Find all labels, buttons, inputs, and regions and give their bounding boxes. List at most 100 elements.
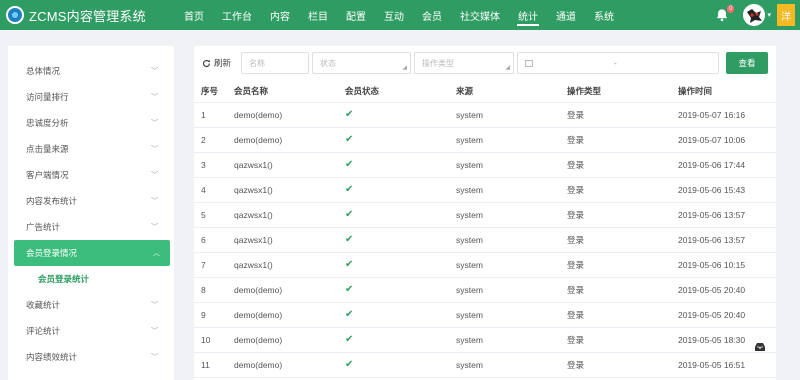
operation-time: 2019-05-05 20:40 — [678, 277, 776, 303]
check-icon: ✔ — [345, 284, 354, 295]
sidebar-item-2[interactable]: 访问量排行 ﹀ — [8, 84, 174, 110]
row-number: 2 — [194, 127, 234, 153]
refresh-icon — [202, 59, 211, 67]
table-row[interactable]: 3 qazwsx1() ✔ system 登录 2019-05-06 17:44 — [194, 152, 776, 178]
column-header[interactable]: 会员名称 — [234, 80, 345, 103]
sidebar-item-9[interactable]: 收藏统计 ﹀ — [8, 292, 174, 318]
check-icon: ✔ — [345, 159, 354, 170]
member-status: ✔ — [345, 227, 456, 253]
sidebar-item-10[interactable]: 评论统计 ﹀ — [8, 318, 174, 344]
row-number: 4 — [194, 177, 234, 203]
sidebar-item-label: 收藏统计 — [26, 300, 61, 310]
column-header[interactable]: 序号 — [194, 80, 234, 103]
member-status: ✔ — [345, 252, 456, 278]
main-panel: 刷新 名称 状态 ◢ 操作类型 ◢ - 查看 序号 会员名称 会员状态 来源 操作类型操… — [194, 46, 776, 380]
table-row[interactable]: 11 demo(demo) ✔ system 登录 2019-05-05 16:51 — [194, 352, 776, 378]
chevron-down-icon: ﹀ — [151, 68, 158, 75]
sidebar-item-3[interactable]: 忠诚度分析 ﹀ — [8, 110, 174, 136]
chevron-down-icon: ﹀ — [151, 146, 158, 153]
check-icon: ✔ — [345, 184, 354, 195]
member-name: qazwsx1() — [234, 252, 345, 278]
sidebar-item-4[interactable]: 点击量来源 ﹀ — [8, 136, 174, 162]
table-row[interactable]: 9 demo(demo) ✔ system 登录 2019-05-05 20:40 — [194, 302, 776, 328]
app-logo[interactable]: ZCMS内容管理系统 — [0, 6, 175, 25]
sidebar-item-6[interactable]: 内容发布统计 ﹀ — [8, 188, 174, 214]
operation-type-select[interactable]: 操作类型 ◢ — [414, 52, 515, 74]
nav-item-6[interactable]: 互动 — [375, 0, 413, 30]
row-number: 7 — [194, 252, 234, 278]
sidebar-item-8[interactable]: 会员登录情况 ︿ — [14, 240, 170, 266]
nav-item-9[interactable]: 统计 — [509, 0, 547, 30]
refresh-button[interactable]: 刷新 — [202, 57, 231, 69]
date-range-separator: - — [614, 58, 617, 68]
nav-item-7[interactable]: 会员 — [413, 0, 451, 30]
source: system — [456, 327, 567, 353]
user-name-badge[interactable]: 洋 — [777, 4, 795, 26]
member-name: demo(demo) — [234, 302, 345, 328]
sidebar-item-1[interactable]: 总体情况 ﹀ — [8, 58, 174, 84]
member-status: ✔ — [345, 327, 456, 353]
member-status: ✔ — [345, 352, 456, 378]
operation-type: 登录 — [567, 327, 678, 353]
nav-item-3[interactable]: 内容 — [261, 0, 299, 30]
source: system — [456, 177, 567, 203]
member-status: ✔ — [345, 152, 456, 178]
table-row[interactable]: 8 demo(demo) ✔ system 登录 2019-05-05 20:40 — [194, 277, 776, 303]
source: system — [456, 252, 567, 278]
nav-item-11[interactable]: 系统 — [585, 0, 623, 30]
source: system — [456, 102, 567, 128]
sidebar-item-5[interactable]: 客户端情况 ﹀ — [8, 162, 174, 188]
column-header[interactable]: 操作类型 — [567, 80, 678, 103]
table-row[interactable]: 6 qazwsx1() ✔ system 登录 2019-05-06 13:57 — [194, 227, 776, 253]
member-status: ✔ — [345, 302, 456, 328]
status-select[interactable]: 状态 ◢ — [312, 52, 412, 74]
main-nav: 首页 工作台 内容 栏目 配置 互动 会员 社交媒体 统计 通道 系统 — [175, 0, 623, 30]
member-name: demo(demo) — [234, 352, 345, 378]
source: system — [456, 302, 567, 328]
notification-bell-icon[interactable]: 0 — [715, 5, 735, 22]
table-row[interactable]: 2 demo(demo) ✔ system 登录 2019-05-07 10:06 — [194, 127, 776, 153]
refresh-label: 刷新 — [214, 58, 232, 68]
check-icon: ✔ — [345, 109, 354, 120]
sidebar-subitem-member-login-stats[interactable]: 会员登录统计 — [8, 266, 174, 292]
column-header[interactable]: 会员状态 — [345, 80, 456, 103]
member-name: qazwsx1() — [234, 227, 345, 253]
source: system — [456, 152, 567, 178]
source: system — [456, 352, 567, 378]
chevron-down-icon: ﹀ — [151, 172, 158, 179]
date-range-picker[interactable]: - — [517, 52, 720, 74]
chevron-down-icon: ﹀ — [151, 120, 158, 127]
user-menu-caret-icon[interactable]: ▾ — [767, 11, 771, 19]
source: system — [456, 202, 567, 228]
table-row[interactable]: 7 qazwsx1() ✔ system 登录 2019-05-06 10:15 — [194, 252, 776, 278]
operation-type: 登录 — [567, 352, 678, 378]
nav-item-8[interactable]: 社交媒体 — [451, 0, 509, 30]
table-row[interactable]: 5 qazwsx1() ✔ system 登录 2019-05-06 13:57 — [194, 202, 776, 228]
table-row[interactable]: 4 qazwsx1() ✔ system 登录 2019-05-06 15:43 — [194, 177, 776, 203]
chevron-down-icon: ﹀ — [151, 94, 158, 101]
operation-time: 2019-05-06 15:43 — [678, 177, 776, 203]
sidebar: 总体情况 ﹀ 访问量排行 ﹀ 忠诚度分析 ﹀ 点击量来源 ﹀ 客户端情况 ﹀ 内容发布统计 ﹀ 广告统计… — [8, 46, 174, 380]
sidebar-item-11[interactable]: 内容绩效统计 ﹀ — [8, 344, 174, 370]
row-number: 11 — [194, 352, 234, 378]
nav-item-5[interactable]: 配置 — [337, 0, 375, 30]
search-button[interactable]: 查看 — [726, 52, 769, 74]
sidebar-item-7[interactable]: 广告统计 ﹀ — [8, 214, 174, 240]
table-row[interactable]: 1 demo(demo) ✔ system 登录 2019-05-07 16:16 — [194, 102, 776, 128]
column-header[interactable]: 来源 — [456, 80, 567, 103]
nav-item-1[interactable]: 首页 — [175, 0, 213, 30]
nav-item-10[interactable]: 通道 — [547, 0, 585, 30]
operation-type-placeholder: 操作类型 — [422, 58, 455, 68]
sidebar-item-label: 内容发布统计 — [26, 196, 78, 206]
user-avatar[interactable] — [743, 4, 766, 26]
table-row[interactable]: 10 demo(demo) ✔ system 登录 2019-05-05 18:30 — [194, 327, 776, 353]
inbox-icon[interactable] — [754, 342, 766, 352]
nav-item-4[interactable]: 栏目 — [299, 0, 337, 30]
chevron-up-icon: ︿ — [153, 250, 160, 257]
nav-item-2[interactable]: 工作台 — [213, 0, 261, 30]
app-title: ZCMS内容管理系统 — [29, 8, 146, 24]
sidebar-item-label: 会员登录情况 — [26, 248, 78, 258]
name-input[interactable]: 名称 — [241, 52, 310, 74]
column-header[interactable]: 操作时间 — [678, 80, 776, 103]
operation-type: 登录 — [567, 302, 678, 328]
